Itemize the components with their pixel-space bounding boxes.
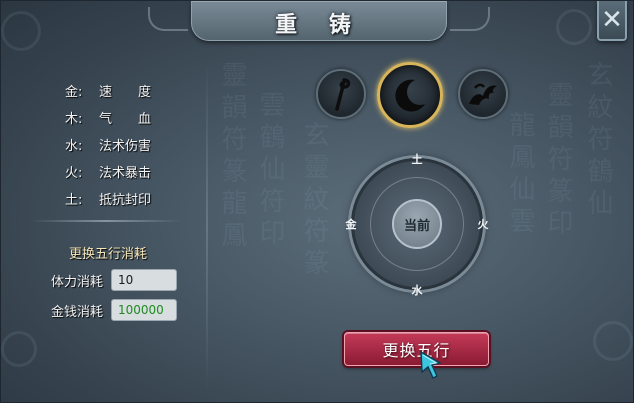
dial-node-fire: 火 [472, 213, 494, 235]
decorative-glyphs: 靈韻符篆龍鳳 [217, 61, 247, 253]
close-icon: ✕ [601, 5, 623, 35]
banner-ornament [450, 7, 490, 31]
decorative-swirl [593, 321, 633, 361]
attribute-row: 土: 抵抗封印 [65, 189, 151, 216]
attribute-effect: 法术暴击 [99, 166, 152, 181]
decorative-swirl [1, 11, 41, 51]
attribute-element: 水: [65, 139, 83, 154]
decorative-glyphs: 雲鶴仙符印 [255, 91, 285, 251]
reforge-panel: 靈韻符篆龍鳳 雲鶴仙符印 玄靈紋符篆 龍鳳仙雲 靈韻符篆印 玄紋符鶴仙 重 铸 … [0, 0, 634, 403]
five-element-dial: 当前 土 金 火 水 [346, 153, 489, 297]
attribute-element: 金: [65, 85, 83, 100]
dial-node-metal-label: 金 [345, 218, 357, 231]
dial-node-water-label: 水 [411, 284, 423, 297]
decorative-glyphs: 龍鳳仙雲 [505, 111, 535, 239]
stamina-cost-label: 体力消耗 [51, 274, 104, 290]
cursor-icon [420, 350, 442, 380]
stamina-cost-row: 体力消耗 10 [51, 269, 177, 291]
title-banner: 重 铸 [148, 1, 490, 41]
money-cost-value: 100000 [111, 299, 177, 321]
decorative-glyphs: 玄靈紋符篆 [299, 121, 329, 281]
attribute-effect: 气 血 [99, 112, 152, 127]
decorative-swirl [1, 331, 37, 367]
element-option-dragon[interactable] [458, 69, 508, 119]
dial-node-water: 水 [406, 279, 428, 301]
element-option-staff[interactable] [316, 69, 366, 119]
window-title: 重 铸 [275, 13, 363, 38]
attribute-list: 金: 速 度 木: 气 血 水: 法术伤害 火: 法术暴击 土: 抵抗封印 [65, 81, 151, 216]
money-cost-label: 金钱消耗 [51, 304, 104, 320]
attribute-row: 木: 气 血 [65, 108, 151, 135]
attribute-row: 火: 法术暴击 [65, 162, 151, 189]
dial-node-metal: 金 [340, 213, 362, 235]
attribute-element: 火: [65, 166, 83, 181]
change-element-button[interactable]: 更换五行 [344, 332, 489, 366]
dragon-icon [469, 83, 497, 105]
dial-current-element: 当前 [392, 199, 442, 249]
decorative-glyphs: 靈韻符篆印 [543, 81, 573, 241]
banner-ornament [148, 7, 188, 31]
crescent-moon-icon [395, 79, 425, 112]
decorative-swirl [556, 9, 592, 45]
cost-divider [31, 220, 181, 222]
attribute-effect: 抵抗封印 [99, 193, 152, 208]
element-option-moon[interactable] [377, 62, 443, 128]
attribute-row: 金: 速 度 [65, 81, 151, 108]
attribute-row: 水: 法术伤害 [65, 135, 151, 162]
dial-node-earth-label: 土 [411, 153, 423, 166]
stamina-cost-value: 10 [111, 269, 177, 291]
attribute-effect: 速 度 [99, 85, 152, 100]
staff-icon [335, 78, 351, 111]
dial-node-earth: 土 [406, 148, 428, 170]
attribute-element: 木: [65, 112, 83, 127]
money-cost-row: 金钱消耗 100000 [51, 299, 177, 321]
attribute-effect: 法术伤害 [99, 139, 152, 154]
attribute-element: 土: [65, 193, 83, 208]
cost-title: 更换五行消耗 [69, 247, 148, 262]
section-divider [206, 61, 208, 391]
dial-node-fire-label: 火 [477, 218, 489, 231]
close-button[interactable]: ✕ [597, 1, 627, 41]
